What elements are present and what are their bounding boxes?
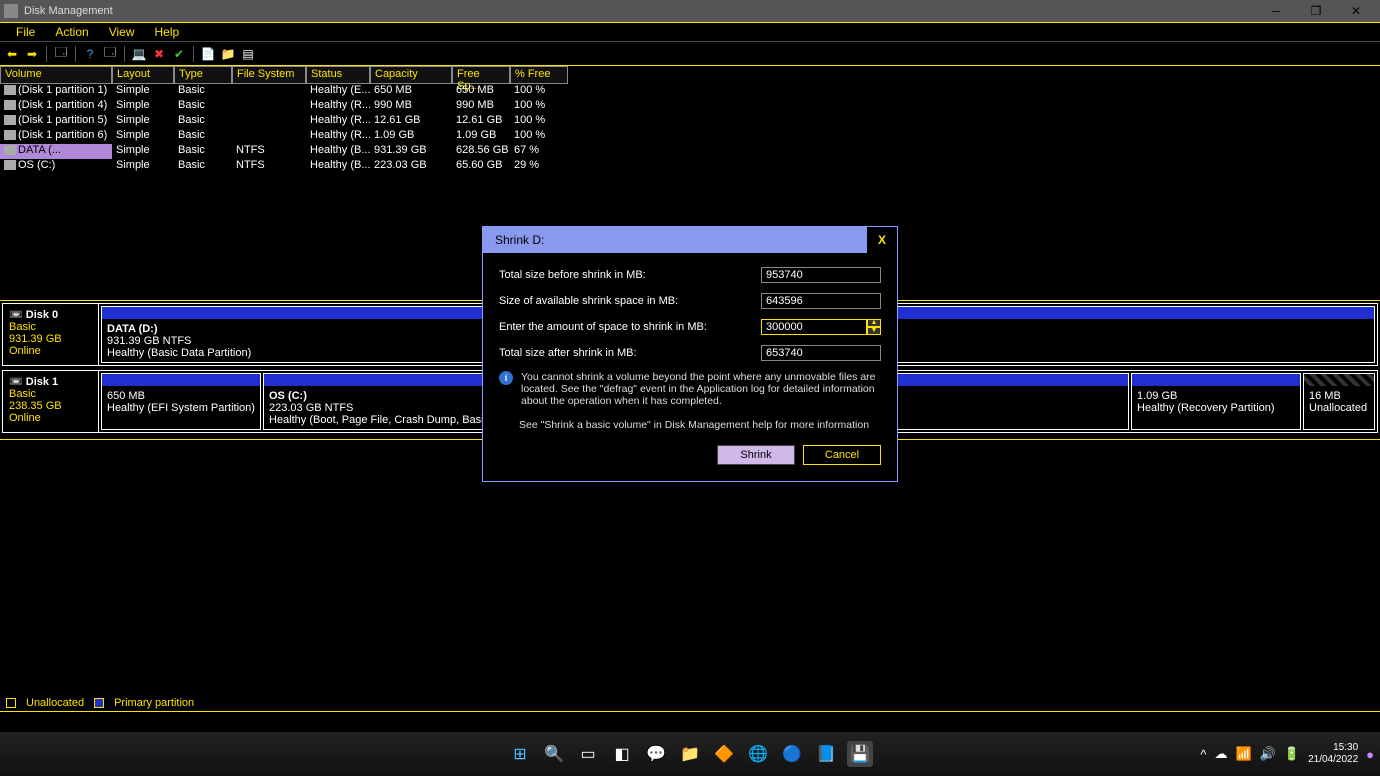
column-header[interactable]: Capacity bbox=[370, 66, 452, 84]
chrome-icon[interactable]: 🔵 bbox=[779, 741, 805, 767]
dialog-titlebar[interactable]: Shrink D: X bbox=[483, 227, 897, 253]
volume-icon[interactable]: 🔊 bbox=[1260, 746, 1276, 762]
menu-action[interactable]: Action bbox=[45, 23, 98, 41]
shrink-dialog: Shrink D: X Total size before shrink in … bbox=[482, 226, 898, 482]
edge-icon[interactable]: 🌐 bbox=[745, 741, 771, 767]
clock[interactable]: 15:30 21/04/2022 bbox=[1308, 742, 1358, 766]
value-total-before: 953740 bbox=[761, 267, 881, 283]
taskview-icon[interactable]: ▭ bbox=[575, 741, 601, 767]
app1-icon[interactable]: 🔶 bbox=[711, 741, 737, 767]
value-total-after: 653740 bbox=[761, 345, 881, 361]
column-header[interactable]: Type bbox=[174, 66, 232, 84]
column-header[interactable]: % Free bbox=[510, 66, 568, 84]
start-icon[interactable]: ⊞ bbox=[507, 741, 533, 767]
input-shrink-amount[interactable] bbox=[761, 319, 867, 335]
column-header[interactable]: Free Sp... bbox=[452, 66, 510, 84]
info-icon: i bbox=[499, 371, 513, 385]
widgets-icon[interactable]: ◧ bbox=[609, 741, 635, 767]
explorer-icon[interactable]: 📁 bbox=[677, 741, 703, 767]
cancel-button[interactable]: Cancel bbox=[803, 445, 881, 465]
column-header[interactable]: File System bbox=[232, 66, 306, 84]
disk0-label[interactable]: 📼 Disk 0 Basic 931.39 GB Online bbox=[3, 304, 99, 365]
wifi-icon[interactable]: 📶 bbox=[1236, 746, 1252, 762]
dialog-info-text: You cannot shrink a volume beyond the po… bbox=[521, 371, 881, 407]
menu-help[interactable]: Help bbox=[145, 23, 190, 41]
legend-primary: Primary partition bbox=[114, 697, 194, 709]
menu-view[interactable]: View bbox=[99, 23, 145, 41]
volume-row[interactable]: (Disk 1 partition 6)SimpleBasicHealthy (… bbox=[0, 129, 1380, 144]
back-icon[interactable]: ⬅ bbox=[4, 46, 20, 62]
window-title: Disk Management bbox=[24, 5, 113, 17]
spinner-up-icon[interactable]: ▲ bbox=[867, 319, 881, 327]
onedrive-icon[interactable]: ☁ bbox=[1215, 746, 1228, 762]
diskmgmt-taskbar-icon[interactable]: 💾 bbox=[847, 741, 873, 767]
note-icon[interactable]: 📄 bbox=[200, 46, 216, 62]
volume-header: VolumeLayoutTypeFile SystemStatusCapacit… bbox=[0, 66, 1380, 84]
battery-icon[interactable]: 🔋 bbox=[1284, 746, 1300, 762]
toolbar: ⬅ ➡ 🗔 ? 🗔 💻 ✖ ✔ 📄 📁 ▤ bbox=[0, 42, 1380, 66]
disk1-part-recovery[interactable]: 1.09 GB Healthy (Recovery Partition) bbox=[1131, 373, 1301, 430]
menu-file[interactable]: File bbox=[6, 23, 45, 41]
window-titlebar: Disk Management ─ ❐ ✕ bbox=[0, 0, 1380, 22]
spinner-down-icon[interactable]: ▼ bbox=[867, 327, 881, 335]
delete-icon[interactable]: ✖ bbox=[151, 46, 167, 62]
disk1-part-efi[interactable]: 650 MB Healthy (EFI System Partition) bbox=[101, 373, 261, 430]
shrink-button[interactable]: Shrink bbox=[717, 445, 795, 465]
label-available: Size of available shrink space in MB: bbox=[499, 295, 761, 307]
help-icon[interactable]: ? bbox=[82, 46, 98, 62]
label-total-before: Total size before shrink in MB: bbox=[499, 269, 761, 281]
forward-icon[interactable]: ➡ bbox=[24, 46, 40, 62]
column-header[interactable]: Layout bbox=[112, 66, 174, 84]
chat-icon[interactable]: 💬 bbox=[643, 741, 669, 767]
column-header[interactable]: Volume bbox=[0, 66, 112, 84]
minimize-button[interactable]: ─ bbox=[1256, 1, 1296, 21]
legend-swatch-primary bbox=[94, 698, 104, 708]
scan-icon[interactable]: 🗔 bbox=[53, 46, 69, 62]
settings-icon[interactable]: 💻 bbox=[131, 46, 147, 62]
word-icon[interactable]: 📘 bbox=[813, 741, 839, 767]
menu-bar: File Action View Help bbox=[0, 22, 1380, 42]
disk1-label[interactable]: 📼 Disk 1 Basic 238.35 GB Online bbox=[3, 371, 99, 432]
tray-chevron-icon[interactable]: ^ bbox=[1200, 747, 1206, 762]
volume-row[interactable]: DATA (...SimpleBasicNTFSHealthy (B...931… bbox=[0, 144, 1380, 159]
ok-icon[interactable]: ✔ bbox=[171, 46, 187, 62]
legend-unallocated: Unallocated bbox=[26, 697, 84, 709]
volume-row[interactable]: OS (C:)SimpleBasicNTFSHealthy (B...223.0… bbox=[0, 159, 1380, 174]
search-icon[interactable]: 🔍 bbox=[541, 741, 567, 767]
dialog-title: Shrink D: bbox=[495, 233, 544, 247]
spinner[interactable]: ▲▼ bbox=[867, 319, 881, 335]
label-shrink-amount: Enter the amount of space to shrink in M… bbox=[499, 321, 761, 333]
volume-row[interactable]: (Disk 1 partition 4)SimpleBasicHealthy (… bbox=[0, 99, 1380, 114]
app-icon bbox=[4, 4, 18, 18]
list-icon[interactable]: ▤ bbox=[240, 46, 256, 62]
column-header[interactable]: Status bbox=[306, 66, 370, 84]
value-available: 643596 bbox=[761, 293, 881, 309]
dialog-help-text: See "Shrink a basic volume" in Disk Mana… bbox=[519, 419, 881, 431]
legend-swatch-unallocated bbox=[6, 698, 16, 708]
disk1-part-unallocated[interactable]: 16 MB Unallocated bbox=[1303, 373, 1375, 430]
dialog-close-button[interactable]: X bbox=[867, 227, 897, 253]
maximize-button[interactable]: ❐ bbox=[1296, 1, 1336, 21]
taskbar: ⊞ 🔍 ▭ ◧ 💬 📁 🔶 🌐 🔵 📘 💾 ^ ☁ 📶 🔊 🔋 15:30 21… bbox=[0, 732, 1380, 776]
volume-row[interactable]: (Disk 1 partition 1)SimpleBasicHealthy (… bbox=[0, 84, 1380, 99]
label-total-after: Total size after shrink in MB: bbox=[499, 347, 761, 359]
volume-row[interactable]: (Disk 1 partition 5)SimpleBasicHealthy (… bbox=[0, 114, 1380, 129]
folder-icon[interactable]: 📁 bbox=[220, 46, 236, 62]
close-button[interactable]: ✕ bbox=[1336, 1, 1376, 21]
notifications-icon[interactable]: ● bbox=[1366, 747, 1374, 762]
refresh-icon[interactable]: 🗔 bbox=[102, 46, 118, 62]
legend: Unallocated Primary partition bbox=[0, 694, 1380, 712]
